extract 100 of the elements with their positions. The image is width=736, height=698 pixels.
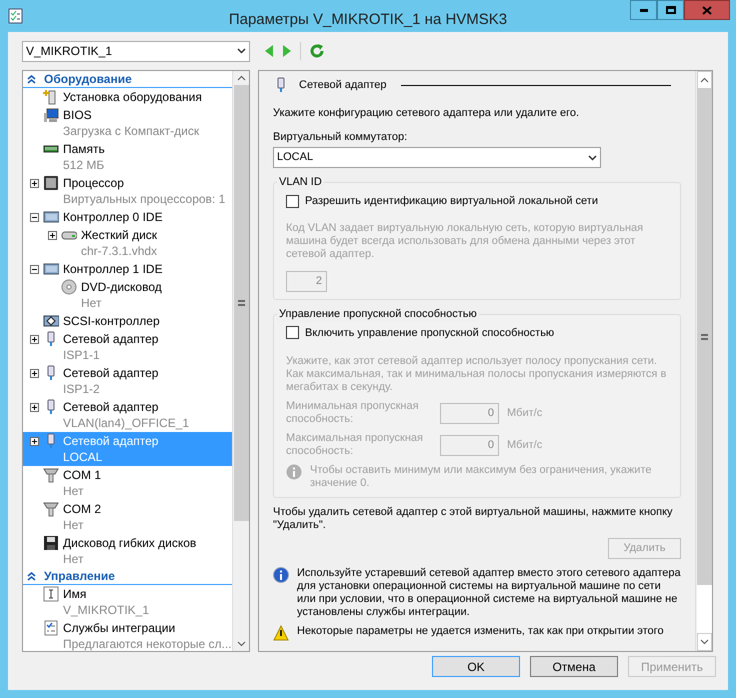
- collapse-chevron-icon[interactable]: [27, 572, 36, 580]
- field-label: Минимальная пропускная способность:: [286, 400, 420, 426]
- collapse-minus-icon[interactable]: [30, 264, 38, 274]
- tree-item[interactable]: COM 1 Нет: [23, 466, 232, 500]
- expand-plus-icon[interactable]: [30, 436, 38, 446]
- item-detail: Виртуальных процессоров: 1: [63, 191, 226, 207]
- dialog-button[interactable]: OK: [432, 656, 520, 677]
- item-label: Сетевой адаптер: [63, 331, 158, 347]
- vm-select[interactable]: V_MIKROTIK_1: [22, 40, 250, 62]
- tree-item[interactable]: Контроллер 1 IDE: [23, 260, 232, 278]
- checkbox-label: Включить управление пропускной способностью: [305, 326, 554, 340]
- item-label: COM 2: [63, 501, 102, 517]
- tree-item[interactable]: Сетевой адаптер ISP1-1: [23, 330, 232, 364]
- item-detail: 512 МБ: [63, 157, 105, 173]
- item-label: COM 1: [63, 467, 102, 483]
- item-detail: Загрузка с Компакт-диск: [63, 123, 200, 139]
- connector-icon: [43, 313, 59, 329]
- instruction-text: Чтобы удалить сетевой адаптер с этой виртуальной машины, нажмите кнопку "Удалить".: [273, 506, 674, 532]
- scrollbar-thumb[interactable]: [696, 89, 712, 585]
- description-text: Код VLAN задает виртуальную локальную сеть, которую виртуальная машина будет всегда использовать для обмена данными через этот сетевой адаптер.: [286, 222, 644, 260]
- note-text: Используйте устаревший сетевой адаптер вместо этого сетевого адаптера для установки операционной системы на виртуальной машине по сети или при условии, что в операционной системе на виртуальной машине не установлены службы интеграции.: [297, 567, 681, 619]
- item-label: Память: [63, 141, 105, 157]
- tree-item[interactable]: Установка оборудования: [23, 88, 232, 106]
- description-text: Укажите, как этот сетевой адаптер использует полосу пропускания сети. Как максимальная, так и минимальная полосы пропускания измеряются в мегабитах в секунду.: [286, 355, 668, 394]
- scrollbar[interactable]: [232, 71, 249, 651]
- text-field-icon: [43, 586, 59, 602]
- scrollbar[interactable]: [695, 71, 712, 651]
- expand-plus-icon[interactable]: [30, 334, 38, 344]
- item-label: Установка оборудования: [63, 89, 202, 105]
- item-label: Сетевой адаптер: [63, 399, 160, 415]
- field-label: Виртуальный коммутатор:: [273, 130, 408, 144]
- item-label: Дисковод гибких дисков: [63, 535, 196, 551]
- maximize-button[interactable]: [657, 0, 684, 20]
- tree-item[interactable]: Жесткий диск chr-7.3.1.vhdx: [23, 226, 232, 260]
- item-detail: Нет: [63, 551, 84, 567]
- virtual-switch-select[interactable]: LOCAL: [273, 147, 601, 168]
- instruction-text: Укажите конфигурацию сетевого адаптера или удалите его.: [273, 106, 580, 121]
- item-label: Контроллер 0 IDE: [63, 209, 163, 225]
- tree-item[interactable]: Процессор Виртуальных процессоров: 1: [23, 174, 232, 208]
- item-label: Сетевой адаптер: [63, 365, 158, 381]
- scroll-down-icon[interactable]: [700, 639, 708, 645]
- panel-heading: Сетевой адаптер: [298, 78, 387, 93]
- tree-item[interactable]: BIOS Загрузка с Компакт-диск: [23, 106, 232, 140]
- note-text: Некоторые параметры не удается изменить, так как при открытии этого: [297, 625, 664, 638]
- item-detail: LOCAL: [63, 449, 104, 465]
- item-detail: Нет: [63, 517, 84, 533]
- item-detail: VLAN(lan4)_OFFICE_1: [63, 415, 190, 431]
- section-header[interactable]: Оборудование: [23, 71, 232, 88]
- expand-plus-icon[interactable]: [30, 402, 38, 412]
- item-detail: V_MIKROTIK_1: [63, 602, 150, 618]
- item-detail: ISP1-2: [63, 381, 101, 397]
- dialog-button[interactable]: Отмена: [530, 656, 618, 677]
- expand-plus-icon[interactable]: [30, 178, 38, 188]
- controller-card-icon: [43, 261, 59, 277]
- item-label: Сетевой адаптер: [63, 433, 158, 449]
- tree-item[interactable]: SCSI-контроллер: [23, 312, 232, 330]
- scrollbar-thumb[interactable]: [234, 85, 248, 521]
- collapse-chevron-icon[interactable]: [27, 74, 36, 84]
- processor-icon: [43, 175, 59, 191]
- checkbox-label: Разрешить идентификацию виртуальной локальной сети: [305, 194, 598, 209]
- item-label: Имя: [63, 586, 88, 602]
- item-label: BIOS: [63, 107, 93, 123]
- expand-plus-icon[interactable]: [30, 368, 38, 378]
- checklist-icon: [43, 620, 59, 636]
- item-detail: Нет: [81, 295, 102, 311]
- unit-label: Мбит/с: [507, 438, 542, 453]
- close-button[interactable]: [684, 0, 730, 20]
- minimize-button[interactable]: [630, 0, 657, 20]
- item-label: DVD-дисковод: [81, 279, 162, 295]
- item-label: Службы интеграции: [63, 620, 176, 636]
- tree-item[interactable]: Сетевой адаптер ISP1-2: [23, 364, 232, 398]
- note-text: Чтобы оставить минимум или максимум без ограничения, укажите значение 0.: [310, 464, 652, 490]
- item-detail: Нет: [63, 483, 84, 499]
- section-header[interactable]: Управление: [23, 568, 232, 585]
- group-title: Управление пропускной способностью: [277, 306, 479, 322]
- tree-item[interactable]: Службы интеграции Предлагаются некоторые сл...: [23, 619, 232, 651]
- refresh-icon[interactable]: [309, 43, 325, 59]
- unit-label: Мбит/с: [507, 406, 542, 421]
- dropdown-caret-icon: [237, 48, 246, 54]
- tree-item[interactable]: Контроллер 0 IDE: [23, 208, 232, 226]
- item-detail: chr-7.3.1.vhdx: [81, 243, 158, 259]
- tree-item[interactable]: Память 512 МБ: [23, 140, 232, 174]
- controller-card-icon: [43, 209, 59, 225]
- section-title: Оборудование: [44, 71, 132, 88]
- item-label: SCSI-контроллер: [63, 313, 160, 329]
- tree-item[interactable]: DVD-дисковод Нет: [23, 278, 232, 312]
- tree-item[interactable]: Дисковод гибких дисков Нет: [23, 534, 232, 568]
- dropdown-caret-icon: [588, 154, 597, 160]
- tree-item[interactable]: Имя V_MIKROTIK_1: [23, 585, 232, 619]
- tree-item[interactable]: Сетевой адаптер VLAN(lan4)_OFFICE_1: [23, 398, 232, 432]
- window-title: Параметры V_MIKROTIK_1 на HVMSK3: [228, 10, 508, 30]
- close-icon: [702, 6, 712, 14]
- scroll-up-icon[interactable]: [700, 77, 708, 83]
- disc-icon: [61, 279, 77, 295]
- serial-port-icon: [43, 467, 59, 483]
- item-detail: Предлагаются некоторые сл...: [63, 636, 232, 651]
- expand-plus-icon[interactable]: [48, 230, 56, 240]
- item-label: Контроллер 1 IDE: [63, 261, 163, 277]
- tree-item[interactable]: COM 2 Нет: [23, 500, 232, 534]
- collapse-minus-icon[interactable]: [30, 212, 38, 222]
